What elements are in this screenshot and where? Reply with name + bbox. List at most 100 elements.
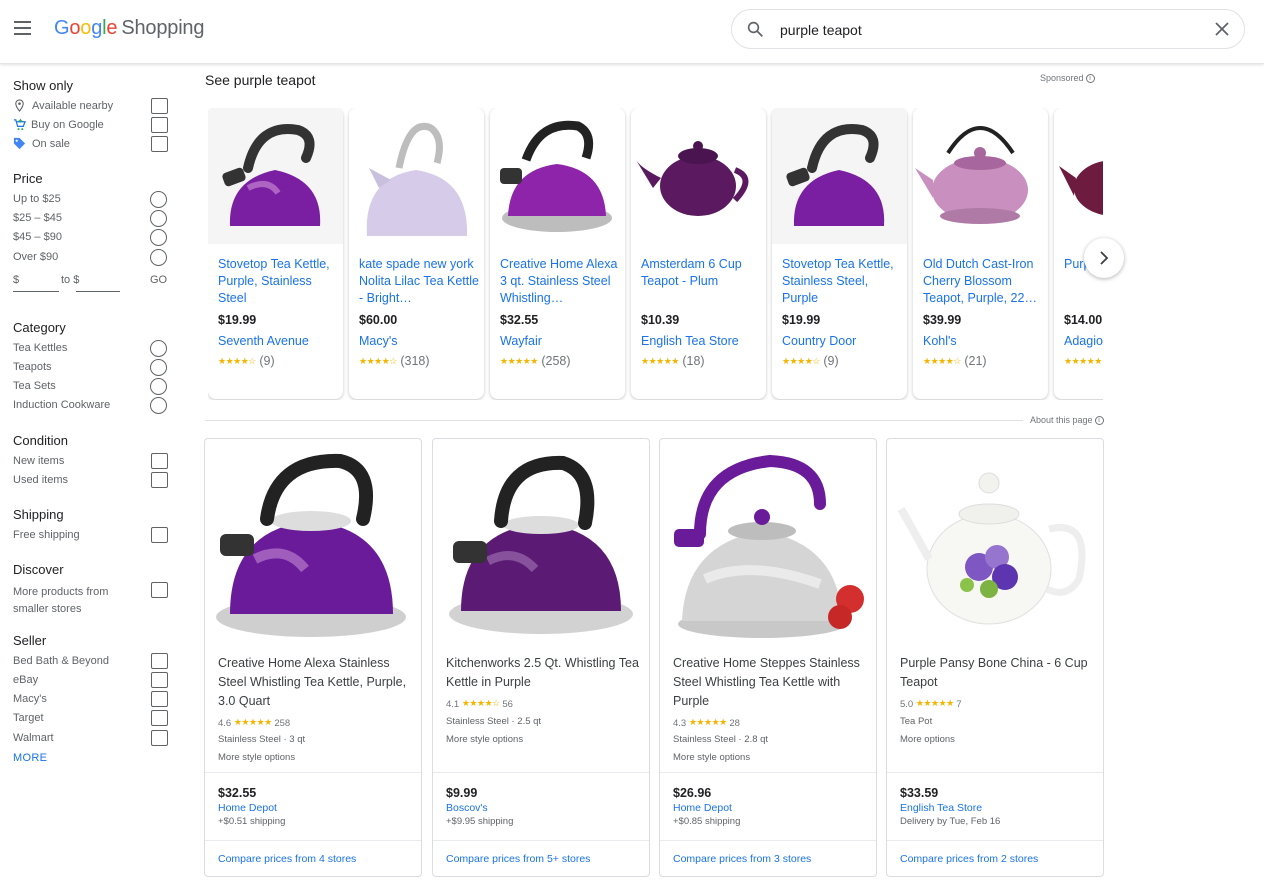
about-this-page-link[interactable]: About this page i xyxy=(1030,415,1104,426)
sponsored-card-price: $19.99 xyxy=(782,313,821,327)
search-icon[interactable] xyxy=(746,20,764,38)
sponsored-card[interactable]: Creative Home Alexa 3 qt. Stainless Stee… xyxy=(490,108,625,399)
carousel-next-button[interactable] xyxy=(1084,238,1124,278)
filter-seller-option[interactable]: Macy's xyxy=(13,691,168,709)
sponsored-card-store[interactable]: English Tea Store xyxy=(641,334,739,348)
filter-category-option[interactable]: Teapots xyxy=(13,359,168,377)
sponsored-card-store[interactable]: Kohl's xyxy=(923,334,957,348)
radio-button[interactable] xyxy=(150,210,167,227)
checkbox[interactable] xyxy=(151,117,168,133)
filter-seller-option[interactable]: Bed Bath & Beyond xyxy=(13,653,168,671)
sponsored-card-rating: ★★★★★ xyxy=(1064,354,1102,368)
checkbox[interactable] xyxy=(151,710,168,726)
sponsored-card-title[interactable]: Stovetop Tea Kettle, Purple, Stainless S… xyxy=(218,256,338,307)
close-icon[interactable] xyxy=(1214,21,1230,37)
sponsored-card-store[interactable]: Country Door xyxy=(782,334,856,348)
checkbox[interactable] xyxy=(151,136,168,152)
filter-price-option[interactable]: $45 – $90 xyxy=(13,229,168,247)
filter-condition-option[interactable]: Used items xyxy=(13,472,168,490)
sponsored-card[interactable]: Stovetop Tea Kettle, Purple, Stainless S… xyxy=(208,108,343,399)
filter-price-option[interactable]: $25 – $45 xyxy=(13,210,168,228)
sponsored-card-title[interactable]: Old Dutch Cast-Iron Cherry Blossom Teapo… xyxy=(923,256,1043,307)
google-shopping-logo[interactable]: Google Shopping xyxy=(54,17,204,40)
info-icon[interactable]: i xyxy=(1094,416,1104,426)
radio-button[interactable] xyxy=(150,229,167,246)
filter-category-option[interactable]: Induction Cookware xyxy=(13,397,168,415)
sponsored-card-store[interactable]: Adagio xyxy=(1064,334,1103,348)
sponsored-card-store[interactable]: Macy's xyxy=(359,334,398,348)
more-options-link[interactable]: More style options xyxy=(446,734,523,745)
sponsored-card-title[interactable]: Creative Home Alexa 3 qt. Stainless Stee… xyxy=(500,256,620,307)
filter-seller-option[interactable]: Walmart xyxy=(13,730,168,748)
price-go-button[interactable]: GO xyxy=(150,274,167,286)
sponsored-card[interactable]: kate spade new york Nolita Lilac Tea Ket… xyxy=(349,108,484,399)
filter-condition-option[interactable]: New items xyxy=(13,453,168,471)
product-card[interactable]: Kitchenworks 2.5 Qt. Whistling Tea Kettl… xyxy=(432,438,650,877)
filter-category-option[interactable]: Tea Kettles xyxy=(13,340,168,358)
sponsored-card[interactable]: Amsterdam 6 Cup Teapot - Plum $10.39 Eng… xyxy=(631,108,766,399)
price-max-input[interactable] xyxy=(76,270,120,292)
filter-seller-option[interactable]: eBay xyxy=(13,672,168,690)
radio-button[interactable] xyxy=(150,378,167,395)
filter-on-sale[interactable]: On sale xyxy=(13,136,168,154)
filter-available-nearby[interactable]: Available nearby xyxy=(13,98,168,116)
sponsored-card-rating: ★★★★☆ (318) xyxy=(359,354,430,368)
product-title[interactable]: Creative Home Alexa Stainless Steel Whis… xyxy=(218,654,413,711)
checkbox[interactable] xyxy=(151,582,168,598)
star-rating-icon: ★★★★★ xyxy=(233,717,272,727)
menu-icon[interactable] xyxy=(14,21,32,35)
more-options-link[interactable]: More options xyxy=(900,734,955,745)
product-image xyxy=(215,449,411,649)
product-title[interactable]: Kitchenworks 2.5 Qt. Whistling Tea Kettl… xyxy=(446,654,641,692)
sponsored-card-store[interactable]: Wayfair xyxy=(500,334,542,348)
compare-prices-link[interactable]: Compare prices from 3 stores xyxy=(673,853,811,865)
info-icon[interactable]: i xyxy=(1085,74,1095,84)
product-card[interactable]: Creative Home Alexa Stainless Steel Whis… xyxy=(204,438,422,877)
radio-button[interactable] xyxy=(150,249,167,266)
radio-button[interactable] xyxy=(150,397,167,414)
sponsored-card-store[interactable]: Seventh Avenue xyxy=(218,334,309,348)
checkbox[interactable] xyxy=(151,672,168,688)
radio-button[interactable] xyxy=(150,191,167,208)
search-input[interactable] xyxy=(780,18,1180,42)
product-title[interactable]: Purple Pansy Bone China - 6 Cup Teapot xyxy=(900,654,1095,692)
more-options-link[interactable]: More style options xyxy=(673,752,750,763)
sponsored-card[interactable]: Old Dutch Cast-Iron Cherry Blossom Teapo… xyxy=(913,108,1048,399)
price-min-input[interactable]: $ xyxy=(13,270,59,292)
checkbox[interactable] xyxy=(151,527,168,543)
filter-price-option[interactable]: Up to $25 xyxy=(13,191,168,209)
filter-category-option[interactable]: Tea Sets xyxy=(13,378,168,396)
product-title[interactable]: Creative Home Steppes Stainless Steel Wh… xyxy=(673,654,868,711)
sponsored-card-title[interactable]: Amsterdam 6 Cup Teapot - Plum xyxy=(641,256,761,290)
radio-button[interactable] xyxy=(150,340,167,357)
product-store[interactable]: Boscov's xyxy=(446,802,488,814)
compare-prices-link[interactable]: Compare prices from 4 stores xyxy=(218,853,356,865)
checkbox[interactable] xyxy=(151,691,168,707)
checkbox[interactable] xyxy=(151,98,168,114)
sponsored-card[interactable]: Stovetop Tea Kettle, Stainless Steel, Pu… xyxy=(772,108,907,399)
checkbox[interactable] xyxy=(151,730,168,746)
compare-prices-link[interactable]: Compare prices from 5+ stores xyxy=(446,853,590,865)
filter-smaller-stores[interactable]: More products from smaller stores xyxy=(13,582,168,618)
search-box[interactable] xyxy=(731,9,1245,49)
filter-price-option[interactable]: Over $90 xyxy=(13,249,168,267)
filter-seller-option[interactable]: Target xyxy=(13,710,168,728)
checkbox[interactable] xyxy=(151,653,168,669)
product-store[interactable]: English Tea Store xyxy=(900,802,982,814)
product-store[interactable]: Home Depot xyxy=(673,802,732,814)
radio-button[interactable] xyxy=(150,359,167,376)
product-card[interactable]: Creative Home Steppes Stainless Steel Wh… xyxy=(659,438,877,877)
sponsored-card-price: $14.00 xyxy=(1064,313,1103,327)
compare-prices-link[interactable]: Compare prices from 2 stores xyxy=(900,853,1038,865)
product-store[interactable]: Home Depot xyxy=(218,802,277,814)
more-options-link[interactable]: More style options xyxy=(218,752,295,763)
sponsored-card-title[interactable]: kate spade new york Nolita Lilac Tea Ket… xyxy=(359,256,479,307)
filter-free-shipping[interactable]: Free shipping xyxy=(13,527,168,545)
sponsored-label[interactable]: Sponsored i xyxy=(1040,73,1095,84)
filter-buy-on-google[interactable]: Buy on Google xyxy=(13,117,168,135)
more-sellers-link[interactable]: MORE xyxy=(13,752,47,764)
checkbox[interactable] xyxy=(151,453,168,469)
product-card[interactable]: Purple Pansy Bone China - 6 Cup Teapot 5… xyxy=(886,438,1104,877)
sponsored-card-title[interactable]: Stovetop Tea Kettle, Stainless Steel, Pu… xyxy=(782,256,902,307)
checkbox[interactable] xyxy=(151,472,168,488)
